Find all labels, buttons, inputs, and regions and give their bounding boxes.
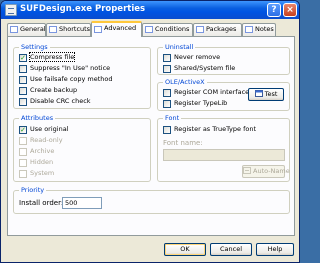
auto-name-button[interactable]: Auto-Name bbox=[242, 165, 290, 178]
checkbox-label: Register TypeLib bbox=[174, 99, 228, 107]
read-only-checkbox[interactable]: Read-only bbox=[19, 136, 63, 146]
checkbox-box bbox=[163, 65, 171, 73]
checkbox-label: Suppress "In Use" notice bbox=[30, 64, 111, 72]
tab-conditions[interactable]: Conditions bbox=[142, 23, 193, 36]
general-tab-icon bbox=[10, 26, 18, 33]
checkbox-label: Register COM interfaces bbox=[174, 88, 253, 96]
checkbox-label: Compress file bbox=[28, 52, 76, 62]
uninstall-group: Uninstall Never remove Shared/System fil… bbox=[157, 43, 290, 75]
priority-group-title: Priority bbox=[19, 186, 47, 195]
checkbox-box bbox=[19, 87, 27, 95]
checkbox-label: Read-only bbox=[30, 136, 63, 144]
register-typelib-checkbox[interactable]: Register TypeLib bbox=[163, 99, 227, 109]
help-button[interactable]: Help bbox=[256, 243, 294, 256]
disable-crc-checkbox[interactable]: Disable CRC check bbox=[19, 97, 91, 107]
ole-activex-group: OLE/ActiveX Register COM interfaces Regi… bbox=[157, 78, 290, 111]
checkbox-box bbox=[19, 137, 27, 145]
checkbox-label: System bbox=[30, 169, 55, 177]
tab-shortcuts[interactable]: Shortcuts bbox=[46, 23, 91, 36]
register-com-checkbox[interactable]: Register COM interfaces bbox=[163, 88, 253, 98]
window-title: SUFDesign.exe Properties bbox=[20, 4, 146, 14]
advanced-tab-icon bbox=[94, 26, 102, 33]
tab-label: Packages bbox=[206, 25, 237, 33]
auto-name-button-label: Auto-Name bbox=[253, 167, 290, 175]
test-button-label: Test bbox=[264, 90, 278, 98]
tab-notes[interactable]: Notes bbox=[242, 23, 276, 36]
checkbox-box bbox=[19, 170, 27, 178]
notes-tab-icon bbox=[245, 26, 253, 33]
attributes-group: Attributes ✓ Use original Read-only Archi… bbox=[13, 114, 151, 182]
checkbox-label: Archive bbox=[30, 147, 55, 155]
shortcuts-tab-icon bbox=[49, 26, 57, 33]
tab-label: Advanced bbox=[104, 24, 137, 32]
tab-general[interactable]: General bbox=[7, 23, 46, 36]
checkbox-box bbox=[163, 126, 171, 134]
app-icon bbox=[5, 4, 17, 16]
checkbox-label: Create backup bbox=[30, 86, 78, 94]
use-original-checkbox[interactable]: ✓ Use original bbox=[19, 125, 69, 135]
tab-label: Shortcuts bbox=[59, 25, 91, 33]
tab-label: General bbox=[20, 25, 46, 33]
properties-window: SUFDesign.exe Properties ? × General Sho… bbox=[0, 0, 300, 263]
priority-group: Priority Install order: 500 bbox=[13, 186, 290, 214]
font-group-title: Font bbox=[163, 114, 182, 123]
auto-name-icon bbox=[243, 166, 251, 174]
title-help-button[interactable]: ? bbox=[267, 3, 281, 17]
checkbox-label: Use original bbox=[30, 125, 69, 133]
tab-label: Conditions bbox=[155, 25, 190, 33]
uninstall-group-title: Uninstall bbox=[163, 43, 196, 52]
install-order-input[interactable]: 500 bbox=[62, 197, 102, 209]
settings-group-title: Settings bbox=[19, 43, 50, 52]
checkbox-box bbox=[163, 54, 171, 62]
cancel-button[interactable]: Cancel bbox=[210, 243, 252, 256]
checkbox-label: Hidden bbox=[30, 158, 54, 166]
advanced-panel: Settings ✓ Compress file Suppress "In Use… bbox=[7, 36, 295, 236]
checkbox-box bbox=[163, 100, 171, 108]
hidden-checkbox[interactable]: Hidden bbox=[19, 158, 53, 168]
checkbox-box bbox=[19, 159, 27, 167]
checkbox-box bbox=[19, 76, 27, 84]
attributes-group-title: Attributes bbox=[19, 114, 56, 123]
compress-file-checkbox[interactable]: ✓ Compress file bbox=[19, 52, 76, 63]
archive-checkbox[interactable]: Archive bbox=[19, 147, 54, 157]
register-truetype-checkbox[interactable]: Register as TrueType font bbox=[163, 125, 256, 135]
checkbox-box bbox=[19, 148, 27, 156]
settings-group: Settings ✓ Compress file Suppress "In Use… bbox=[13, 43, 151, 109]
checkbox-label: Shared/System file bbox=[174, 64, 236, 72]
install-order-label: Install order: bbox=[19, 199, 64, 207]
checkbox-label: Disable CRC check bbox=[30, 97, 91, 105]
checkbox-label: Register as TrueType font bbox=[174, 125, 256, 133]
conditions-tab-icon bbox=[145, 26, 153, 33]
test-icon bbox=[254, 89, 263, 97]
font-group: Font Register as TrueType font Font name… bbox=[157, 114, 290, 182]
tab-packages[interactable]: Packages bbox=[193, 23, 242, 36]
ole-group-title: OLE/ActiveX bbox=[163, 78, 207, 87]
checkbox-label: Never remove bbox=[174, 53, 221, 61]
suppress-in-use-checkbox[interactable]: Suppress "In Use" notice bbox=[19, 64, 110, 74]
title-close-button[interactable]: × bbox=[283, 3, 297, 17]
tab-advanced[interactable]: Advanced bbox=[91, 21, 142, 37]
checkbox-box bbox=[19, 65, 27, 73]
font-name-input[interactable] bbox=[163, 149, 285, 161]
failsafe-copy-checkbox[interactable]: Use failsafe copy method bbox=[19, 75, 113, 85]
system-checkbox[interactable]: System bbox=[19, 169, 54, 179]
checkbox-box bbox=[163, 89, 171, 97]
tab-label: Notes bbox=[255, 25, 274, 33]
checkbox-box: ✓ bbox=[19, 126, 27, 134]
checkbox-box: ✓ bbox=[19, 54, 27, 62]
ok-button[interactable]: OK bbox=[164, 243, 206, 256]
font-name-label: Font name: bbox=[163, 139, 203, 147]
create-backup-checkbox[interactable]: Create backup bbox=[19, 86, 77, 96]
title-bar: SUFDesign.exe Properties ? × bbox=[1, 1, 299, 19]
never-remove-checkbox[interactable]: Never remove bbox=[163, 53, 220, 63]
shared-system-file-checkbox[interactable]: Shared/System file bbox=[163, 64, 235, 74]
packages-tab-icon bbox=[196, 26, 204, 33]
checkbox-label: Use failsafe copy method bbox=[30, 75, 113, 83]
checkbox-box bbox=[19, 98, 27, 106]
test-button[interactable]: Test bbox=[248, 88, 284, 101]
